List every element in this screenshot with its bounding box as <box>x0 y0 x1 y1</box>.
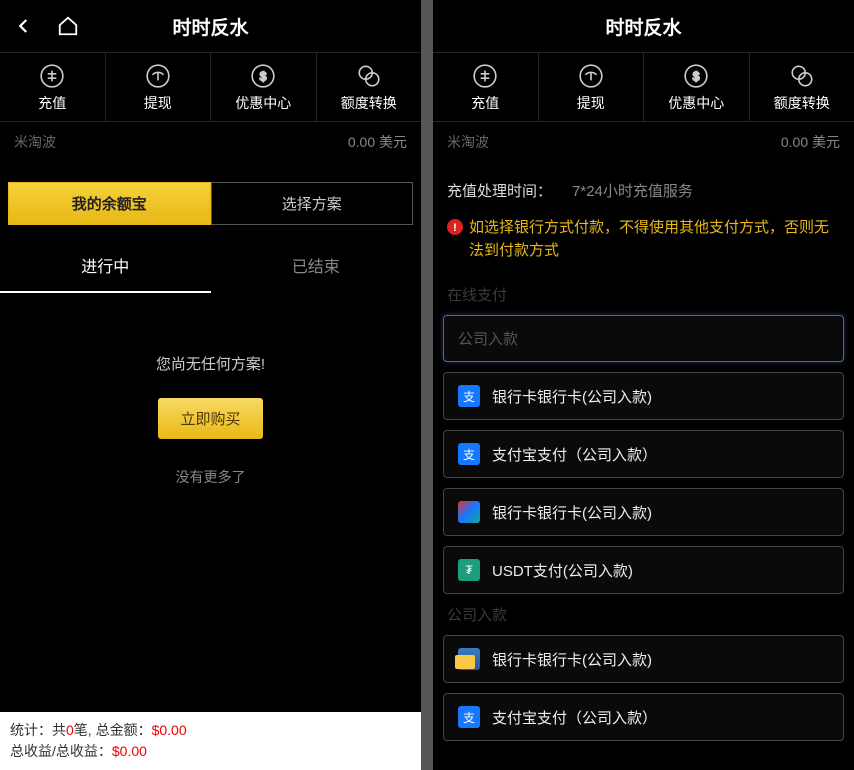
home-button[interactable] <box>56 14 80 38</box>
recharge-icon <box>472 63 498 89</box>
withdraw-icon <box>578 63 604 89</box>
nav-label: 额度转换 <box>774 93 830 113</box>
payment-label: 银行卡银行卡(公司入款) <box>492 386 652 407</box>
recharge-icon <box>39 63 65 89</box>
svg-text:$: $ <box>693 69 700 83</box>
payment-label: USDT支付(公司入款) <box>492 560 633 581</box>
empty-state: 您尚无任何方案! 立即购买 没有更多了 <box>0 293 421 487</box>
payment-option[interactable]: 银行卡银行卡(公司入款) <box>443 635 844 683</box>
payment-option[interactable]: ₮ USDT支付(公司入款) <box>443 546 844 594</box>
alipay-icon: 支 <box>458 443 480 465</box>
nav-label: 额度转换 <box>341 93 397 113</box>
payment-list-1: 公司入款 支 银行卡银行卡(公司入款) 支 支付宝支付（公司入款） 银行卡银行卡… <box>433 315 854 594</box>
svg-text:!: ! <box>453 222 457 234</box>
bankcard-icon <box>458 648 480 670</box>
nav-recharge[interactable]: 充值 <box>0 53 106 121</box>
user-name: 米淘波 <box>447 132 489 152</box>
tab-my-balance[interactable]: 我的余额宝 <box>8 182 211 225</box>
nav-label: 充值 <box>38 93 66 113</box>
payment-option[interactable]: 支 银行卡银行卡(公司入款) <box>443 372 844 420</box>
balance-amount: 0.00 美元 <box>781 132 840 152</box>
transfer-icon <box>356 63 382 89</box>
nav-bar: 充值 提现 $ 优惠中心 额度转换 <box>0 52 421 122</box>
payment-label: 支付宝支付（公司入款） <box>492 444 657 465</box>
nav-bar: 充值 提现 $ 优惠中心 额度转换 <box>433 52 854 122</box>
footer-line2: 总收益/总收益：$0.00 <box>10 741 411 762</box>
section-online-pay: 在线支付 <box>433 274 854 315</box>
subtab-ended[interactable]: 已结束 <box>211 239 422 293</box>
promo-icon: $ <box>250 63 276 89</box>
nav-label: 提现 <box>577 93 605 113</box>
user-name: 米淘波 <box>14 132 56 152</box>
back-button[interactable] <box>12 14 36 38</box>
tab-row: 我的余额宝 选择方案 <box>8 182 413 225</box>
warning-icon: ! <box>447 219 463 235</box>
alipay-icon: 支 <box>458 385 480 407</box>
payment-select[interactable]: 公司入款 <box>443 315 844 362</box>
footer-line1: 统计：共0笔, 总金额：$0.00 <box>10 720 411 741</box>
unionpay-icon <box>458 501 480 523</box>
nav-promo[interactable]: $ 优惠中心 <box>211 53 317 121</box>
nav-label: 充值 <box>471 93 499 113</box>
section-company-pay: 公司入款 <box>433 594 854 635</box>
left-screen: 时时反水 充值 提现 $ 优惠中心 额度转换 米淘波 0.00 美元 我的余额宝… <box>0 0 421 770</box>
payment-option[interactable]: 银行卡银行卡(公司入款) <box>443 488 844 536</box>
nav-label: 优惠中心 <box>235 93 291 113</box>
header: 时时反水 <box>433 0 854 52</box>
buy-button[interactable]: 立即购买 <box>158 398 262 439</box>
subtab-row: 进行中 已结束 <box>0 239 421 293</box>
nav-recharge[interactable]: 充值 <box>433 53 539 121</box>
header: 时时反水 <box>0 0 421 52</box>
processing-time-label: 充值处理时间： <box>447 180 552 201</box>
nav-label: 优惠中心 <box>668 93 724 113</box>
empty-message: 您尚无任何方案! <box>156 353 265 374</box>
warning-banner: ! 如选择银行方式付款，不得使用其他支付方式，否则无法到付款方式 <box>433 211 854 274</box>
payment-label: 银行卡银行卡(公司入款) <box>492 502 652 523</box>
page-title: 时时反水 <box>172 13 248 40</box>
balance-amount: 0.00 美元 <box>348 132 407 152</box>
warning-text: 如选择银行方式付款，不得使用其他支付方式，否则无法到付款方式 <box>469 217 840 262</box>
nav-transfer[interactable]: 额度转换 <box>750 53 854 121</box>
transfer-icon <box>789 63 815 89</box>
nav-withdraw[interactable]: 提现 <box>539 53 645 121</box>
payment-list-2: 银行卡银行卡(公司入款) 支 支付宝支付（公司入款） <box>433 635 854 741</box>
promo-icon: $ <box>683 63 709 89</box>
withdraw-icon <box>145 63 171 89</box>
svg-text:$: $ <box>260 69 267 83</box>
balance-row: 米淘波 0.00 美元 <box>0 122 421 162</box>
nav-promo[interactable]: $ 优惠中心 <box>644 53 750 121</box>
payment-option[interactable]: 支 支付宝支付（公司入款） <box>443 430 844 478</box>
right-screen: 时时反水 充值 提现 $ 优惠中心 额度转换 米淘波 0.00 美元 充值处理时… <box>433 0 854 770</box>
processing-time-value: 7*24小时充值服务 <box>572 180 693 201</box>
balance-row: 米淘波 0.00 美元 <box>433 122 854 162</box>
payment-select-label: 公司入款 <box>458 328 518 349</box>
nav-transfer[interactable]: 额度转换 <box>317 53 422 121</box>
no-more-text: 没有更多了 <box>176 467 246 487</box>
payment-option[interactable]: 支 支付宝支付（公司入款） <box>443 693 844 741</box>
footer-stats: 统计：共0笔, 总金额：$0.00 总收益/总收益：$0.00 <box>0 712 421 770</box>
usdt-icon: ₮ <box>458 559 480 581</box>
processing-time-row: 充值处理时间： 7*24小时充值服务 <box>433 162 854 211</box>
payment-label: 支付宝支付（公司入款） <box>492 707 657 728</box>
nav-label: 提现 <box>144 93 172 113</box>
alipay-icon: 支 <box>458 706 480 728</box>
nav-withdraw[interactable]: 提现 <box>106 53 212 121</box>
payment-label: 银行卡银行卡(公司入款) <box>492 649 652 670</box>
tab-choose-plan[interactable]: 选择方案 <box>211 182 414 225</box>
subtab-ongoing[interactable]: 进行中 <box>0 239 211 293</box>
page-title: 时时反水 <box>605 13 681 40</box>
